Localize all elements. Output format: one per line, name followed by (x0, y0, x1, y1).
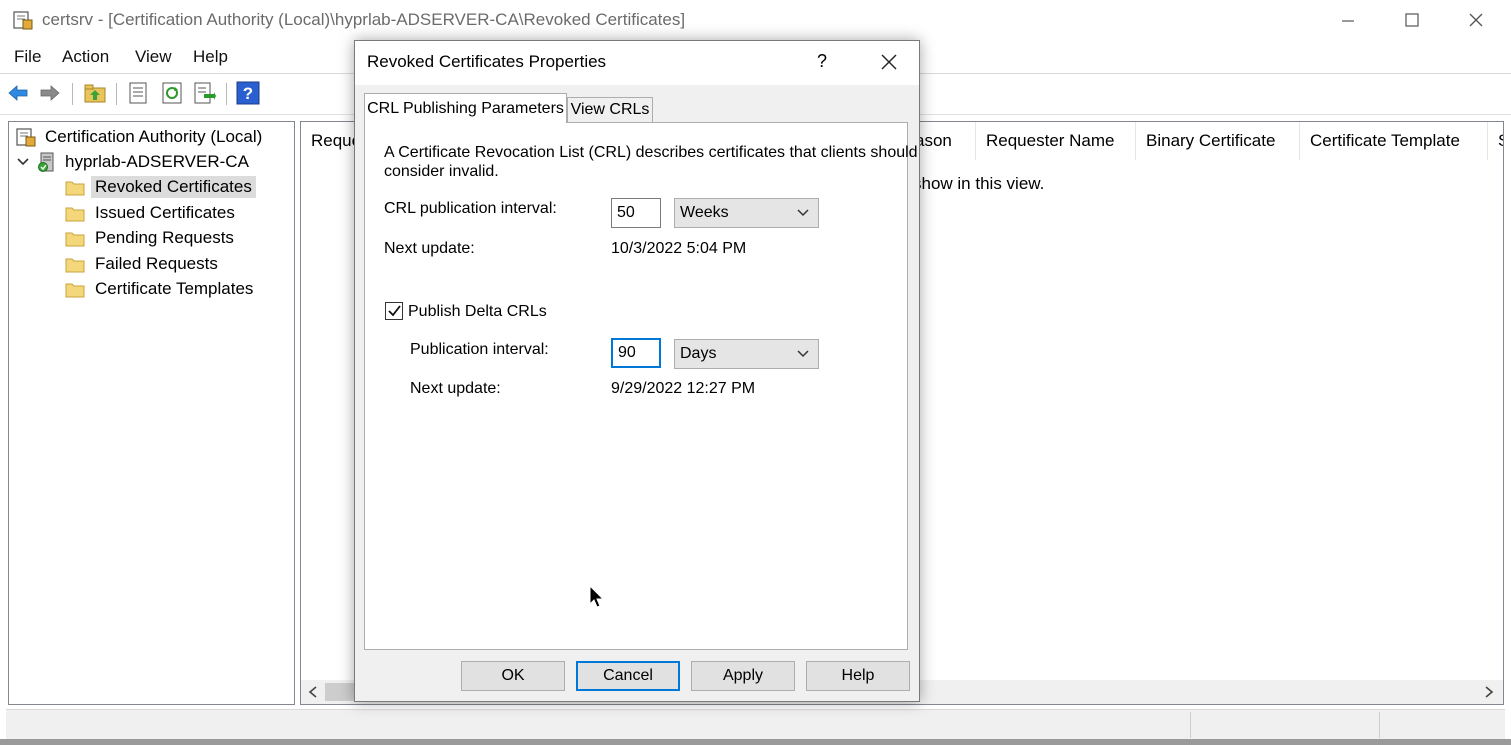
delta-next-update-value: 9/29/2022 12:27 PM (611, 380, 756, 397)
publish-delta-crls-label[interactable]: Publish Delta CRLs (408, 303, 547, 321)
toolbar-separator (226, 83, 227, 105)
crl-description-line1: A Certificate Revocation List (CRL) desc… (384, 144, 918, 161)
chevron-down-icon (797, 350, 809, 358)
minimize-icon (1342, 20, 1354, 22)
delta-interval-unit-select[interactable]: Days (674, 339, 819, 369)
tree-item-ca[interactable]: hyprlab-ADSERVER-CA (15, 150, 253, 174)
minimize-button[interactable] (1316, 0, 1380, 40)
scroll-right-icon[interactable] (1483, 685, 1495, 699)
ca-server-icon (38, 152, 54, 172)
folder-icon (65, 207, 85, 221)
column-header-requester-name[interactable]: Requester Name (976, 122, 1136, 160)
certification-authority-icon (16, 128, 36, 147)
forward-icon[interactable] (38, 81, 62, 105)
cancel-button[interactable]: Cancel (576, 661, 680, 691)
certsrv-app-icon (13, 11, 33, 30)
menu-help[interactable]: Help (193, 47, 228, 67)
delta-interval-label: Publication interval: (410, 341, 549, 358)
svg-text:?: ? (243, 84, 253, 103)
tree-root[interactable]: Certification Authority (Local) (15, 125, 266, 149)
mouse-cursor-icon (589, 585, 605, 608)
help-button[interactable]: Help (806, 661, 910, 691)
folder-icon (65, 258, 85, 272)
console-tree: Certification Authority (Local) hyprlab-… (8, 121, 295, 705)
tab-crl-publishing-parameters[interactable]: CRL Publishing Parameters (364, 93, 567, 123)
delta-next-update-label: Next update: (410, 380, 501, 397)
tree-item-certificate-templates[interactable]: Certificate Templates (65, 277, 257, 301)
apply-button[interactable]: Apply (691, 661, 795, 691)
tree-item-failed-requests[interactable]: Failed Requests (65, 252, 222, 276)
menu-file[interactable]: File (14, 47, 41, 67)
title-bar: certsrv - [Certification Authority (Loca… (0, 0, 1511, 40)
dialog-title: Revoked Certificates Properties (367, 52, 607, 71)
dialog-close-button[interactable] (875, 49, 903, 75)
column-header-serial[interactable]: S (1488, 122, 1503, 160)
chevron-down-icon[interactable] (15, 154, 31, 170)
column-header-certificate-template[interactable]: Certificate Template (1300, 122, 1488, 160)
close-icon (881, 54, 897, 70)
back-icon[interactable] (6, 81, 30, 105)
tree-folder-label: Revoked Certificates (91, 176, 256, 198)
tree-item-issued-certificates[interactable]: Issued Certificates (65, 201, 239, 225)
window-title: certsrv - [Certification Authority (Loca… (42, 10, 686, 29)
tree-folder-label: Issued Certificates (95, 203, 235, 222)
column-header-binary-certificate[interactable]: Binary Certificate (1136, 122, 1300, 160)
refresh-icon[interactable] (160, 81, 184, 105)
crl-interval-unit-select[interactable]: Weeks (674, 198, 819, 228)
checkmark-icon (388, 305, 401, 317)
dialog-help-button[interactable]: ? (817, 51, 827, 72)
close-icon (1469, 13, 1483, 27)
tree-root-label: Certification Authority (Local) (45, 127, 263, 146)
ok-button[interactable]: OK (461, 661, 565, 691)
tree-folder-label: Failed Requests (95, 254, 218, 273)
toolbar-separator (116, 83, 117, 105)
chevron-down-icon (797, 209, 809, 217)
crl-description-line2: consider invalid. (384, 163, 499, 180)
crl-next-update-label: Next update: (384, 240, 475, 257)
maximize-icon (1405, 13, 1419, 27)
scroll-thumb[interactable] (325, 683, 355, 701)
revoked-certificates-properties-dialog: Revoked Certificates Properties ? CRL Pu… (354, 40, 920, 702)
crl-interval-input[interactable]: 50 (611, 198, 661, 228)
close-window-button[interactable] (1444, 0, 1508, 40)
tree-folder-label: Certificate Templates (95, 279, 254, 298)
publish-delta-crls-checkbox[interactable] (385, 302, 403, 320)
up-folder-icon[interactable] (83, 81, 107, 105)
delta-interval-input[interactable]: 90 (611, 338, 661, 368)
crl-interval-unit-value: Weeks (680, 204, 729, 221)
toolbar-separator (72, 83, 73, 105)
tree-ca-label: hyprlab-ADSERVER-CA (65, 152, 249, 171)
folder-icon (65, 181, 85, 195)
properties-icon[interactable] (126, 81, 150, 105)
help-icon[interactable]: ? (236, 81, 260, 105)
status-separator (1379, 712, 1380, 738)
menu-view[interactable]: View (135, 47, 172, 67)
tree-item-pending-requests[interactable]: Pending Requests (65, 226, 238, 250)
maximize-button[interactable] (1380, 0, 1444, 40)
folder-icon (65, 232, 85, 246)
scroll-left-icon[interactable] (307, 685, 319, 699)
status-separator (1190, 712, 1191, 738)
status-bar (6, 709, 1505, 739)
tree-folder-label: Pending Requests (95, 228, 234, 247)
empty-list-message: show in this view. (913, 174, 1045, 193)
export-list-icon[interactable] (192, 81, 216, 105)
crl-interval-label: CRL publication interval: (384, 200, 557, 217)
tab-view-crls[interactable]: View CRLs (567, 97, 653, 123)
folder-icon (65, 283, 85, 297)
menu-action[interactable]: Action (62, 47, 109, 67)
delta-interval-unit-value: Days (680, 345, 717, 362)
taskbar-edge (0, 739, 1511, 745)
crl-next-update-value: 10/3/2022 5:04 PM (611, 240, 747, 257)
tree-item-revoked-certificates[interactable]: Revoked Certificates (65, 175, 256, 199)
